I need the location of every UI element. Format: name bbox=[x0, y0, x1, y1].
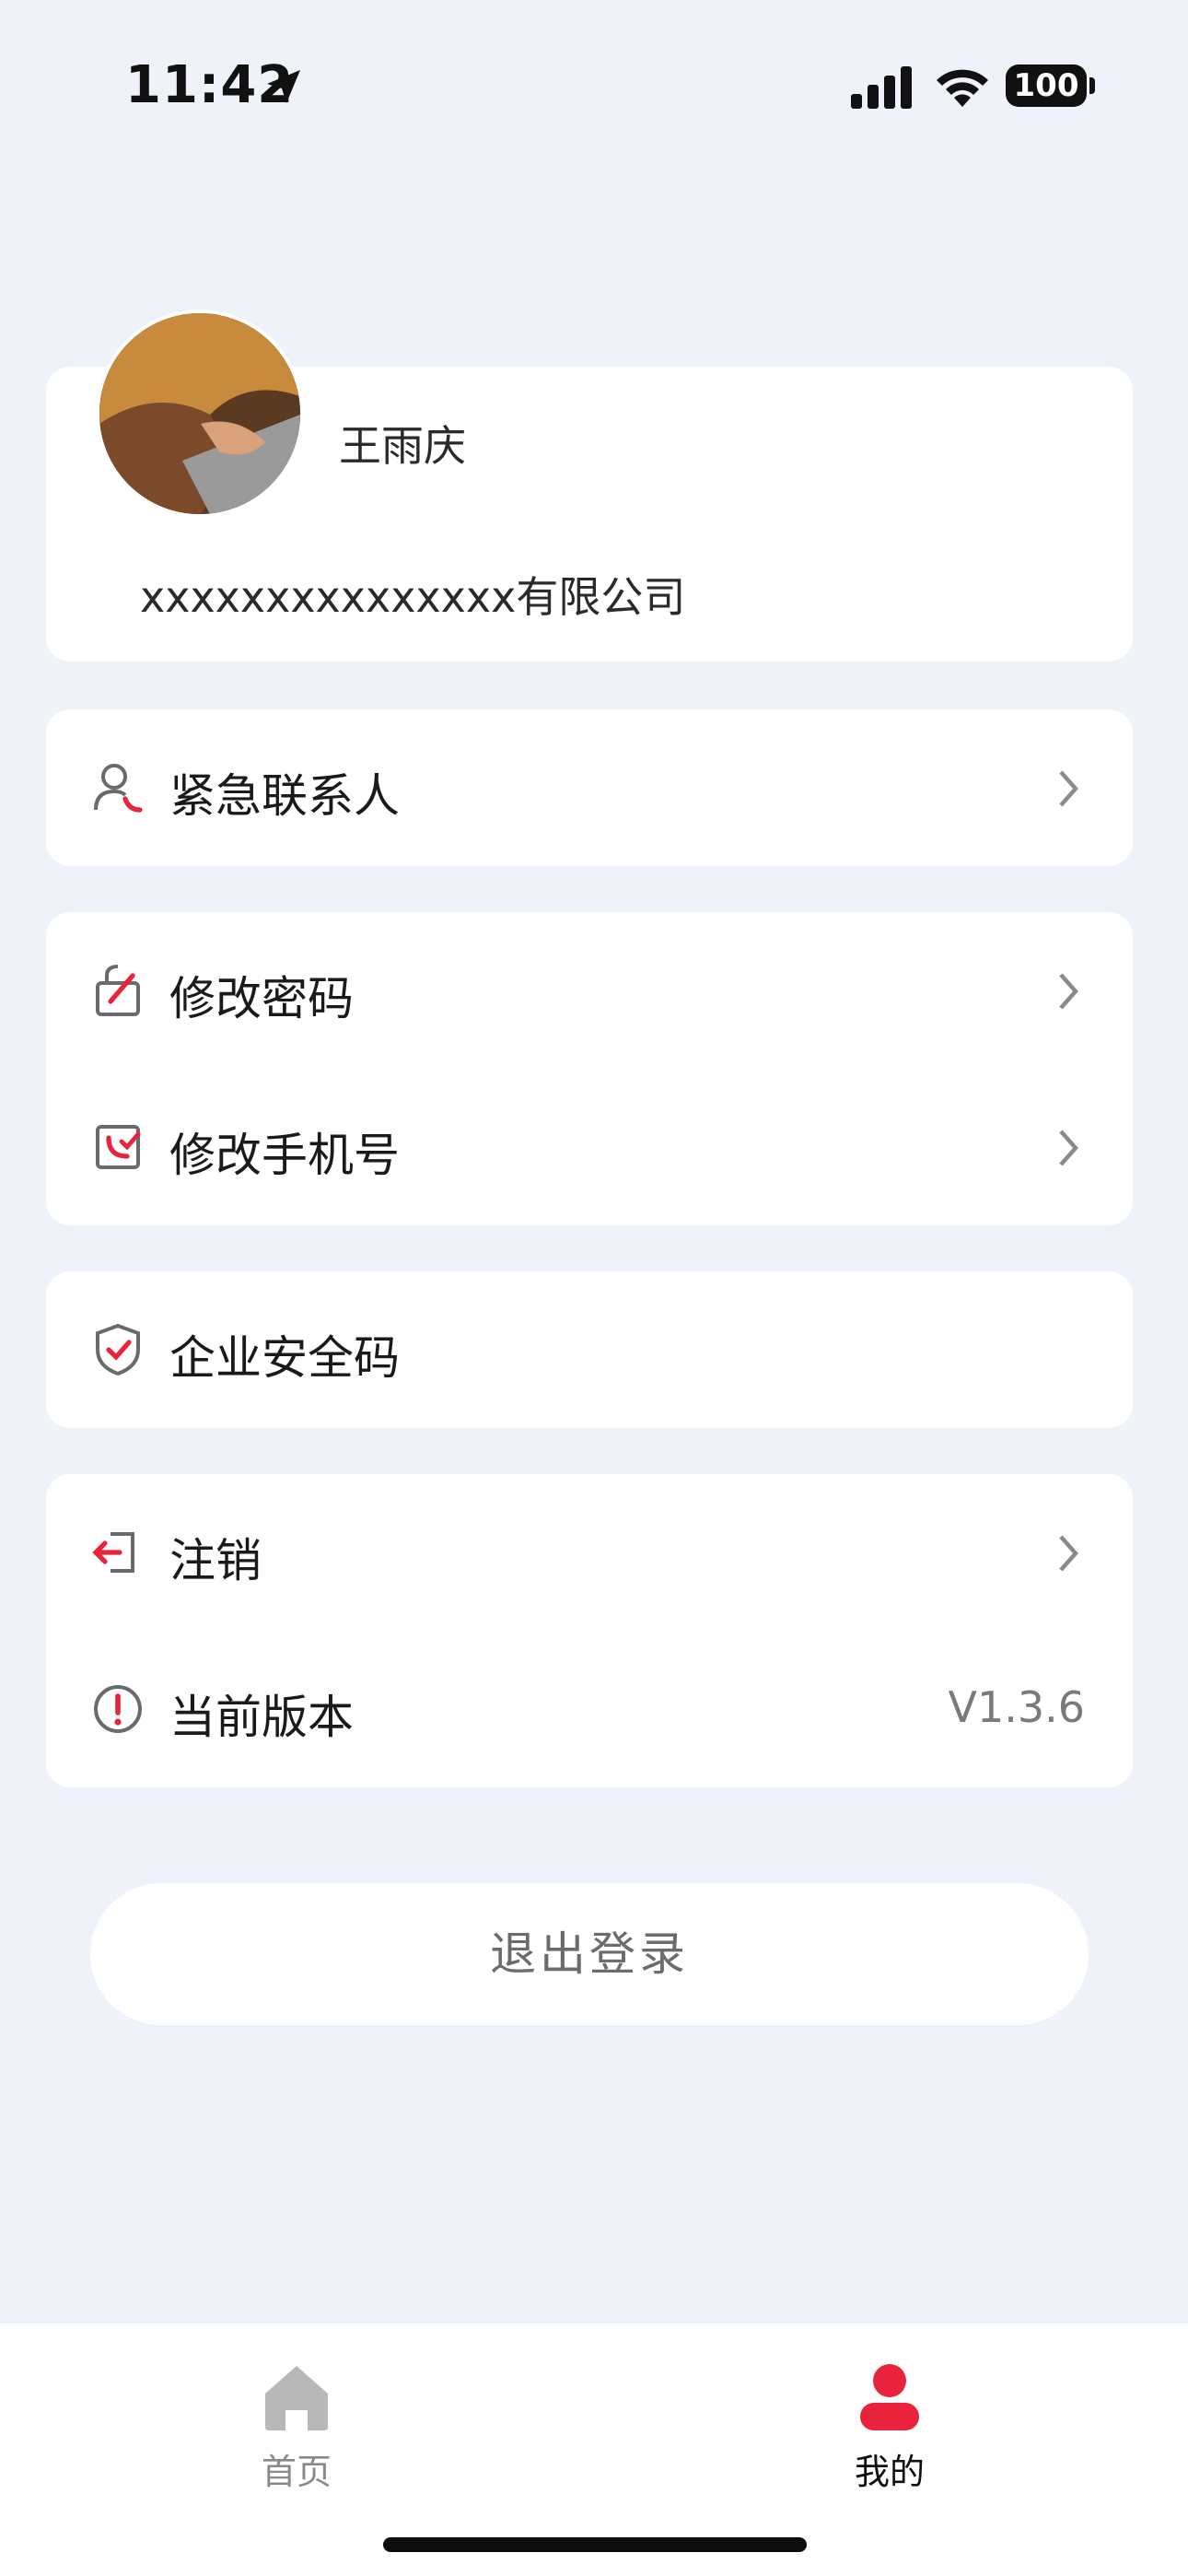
menu-item-deregister[interactable]: 注销 bbox=[46, 1474, 1133, 1631]
phone-check-icon bbox=[96, 1125, 141, 1169]
lock-edit-icon bbox=[96, 965, 140, 1016]
chevron-right-icon bbox=[1059, 1130, 1078, 1166]
security-code-card: 企业安全码 bbox=[46, 1271, 1133, 1428]
shield-check-icon bbox=[96, 1323, 140, 1376]
info-alert-icon bbox=[94, 1685, 142, 1733]
tab-mine[interactable]: 我的 bbox=[798, 2342, 982, 2492]
chevron-right-icon bbox=[1059, 770, 1078, 807]
tab-mine-label: 我的 bbox=[854, 2452, 925, 2492]
logout-button[interactable]: 退出登录 bbox=[90, 1883, 1089, 2025]
wifi-icon bbox=[937, 69, 988, 107]
contact-phone-icon bbox=[94, 764, 143, 813]
change-password-label: 修改密码 bbox=[169, 972, 354, 1025]
battery-tip bbox=[1089, 77, 1095, 94]
avatar[interactable] bbox=[96, 310, 304, 518]
menu-item-current-version: 当前版本 V1.3.6 bbox=[46, 1631, 1133, 1787]
chevron-right-icon bbox=[1059, 973, 1078, 1010]
menu-item-enterprise-security-code[interactable]: 企业安全码 bbox=[46, 1271, 1133, 1428]
version-value: V1.3.6 bbox=[948, 1682, 1085, 1732]
menu-item-change-phone[interactable]: 修改手机号 bbox=[46, 1069, 1133, 1225]
change-phone-label: 修改手机号 bbox=[169, 1129, 400, 1182]
company-name: xxxxxxxxxxxxxxx有限公司 bbox=[140, 572, 686, 622]
menu-item-change-password[interactable]: 修改密码 bbox=[46, 912, 1133, 1069]
home-icon bbox=[265, 2366, 328, 2430]
emergency-contact-label: 紧急联系人 bbox=[169, 769, 400, 823]
tab-home[interactable]: 首页 bbox=[204, 2342, 389, 2492]
location-arrow-icon bbox=[267, 70, 300, 103]
account-actions-card: 注销 当前版本 V1.3.6 bbox=[46, 1474, 1133, 1787]
status-bar: 11:42 100 bbox=[0, 0, 1188, 175]
chevron-right-icon bbox=[1059, 1535, 1078, 1572]
deregister-label: 注销 bbox=[169, 1534, 262, 1587]
current-version-label: 当前版本 bbox=[169, 1691, 354, 1744]
user-name: 王雨庆 bbox=[339, 421, 466, 471]
enterprise-security-code-label: 企业安全码 bbox=[169, 1331, 400, 1385]
account-security-card: 修改密码 修改手机号 bbox=[46, 912, 1133, 1225]
user-icon bbox=[860, 2364, 919, 2430]
tab-home-label: 首页 bbox=[261, 2452, 332, 2492]
menu-item-emergency-contact[interactable]: 紧急联系人 bbox=[46, 709, 1133, 866]
cellular-signal-icon bbox=[851, 66, 912, 109]
emergency-contact-card: 紧急联系人 bbox=[46, 709, 1133, 866]
avatar-photo bbox=[99, 313, 300, 514]
exit-door-icon bbox=[92, 1532, 134, 1573]
home-indicator bbox=[383, 2537, 807, 2552]
battery-indicator: 100 bbox=[1006, 64, 1087, 107]
